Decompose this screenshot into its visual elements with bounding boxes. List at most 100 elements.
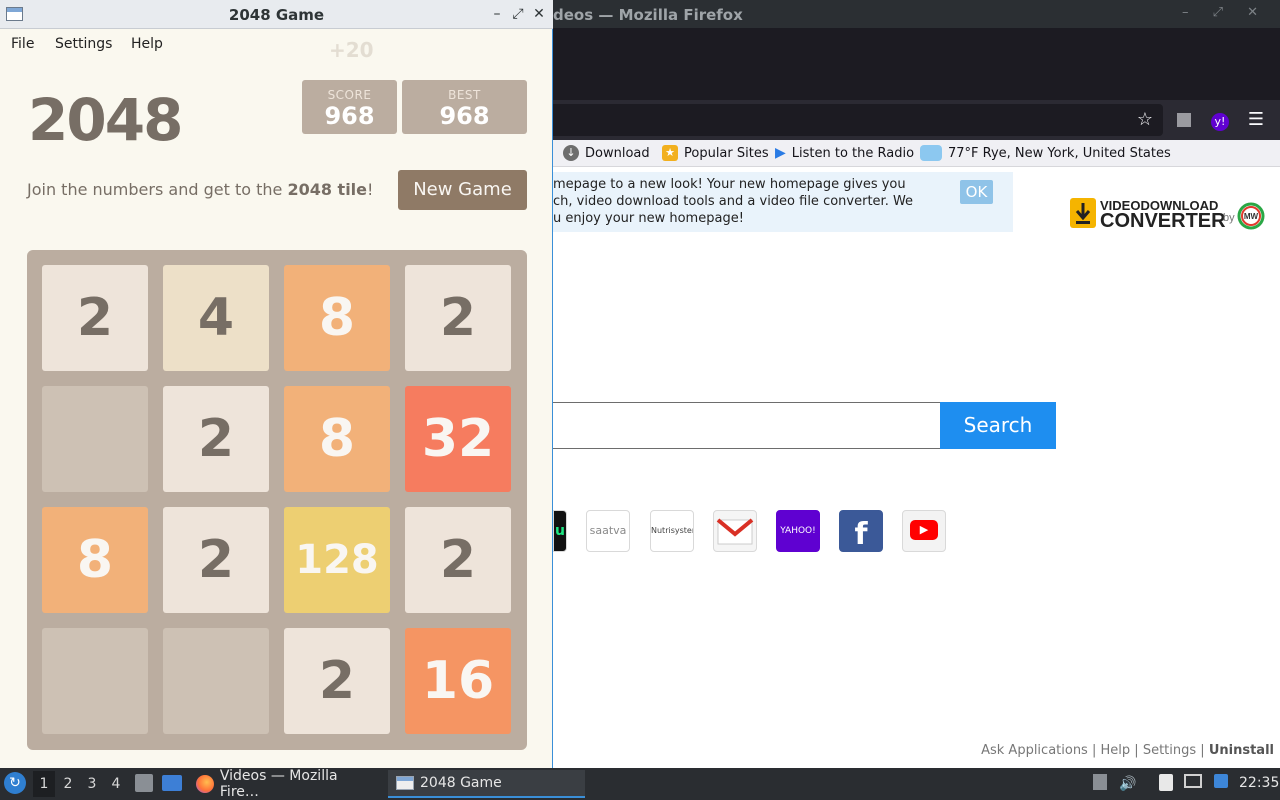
- firefox-url-bar[interactable]: [553, 104, 1163, 136]
- empty-cell: [163, 628, 269, 734]
- tile-8: 8: [284, 386, 390, 492]
- yahoo-extension-icon[interactable]: y!: [1209, 109, 1231, 131]
- star-icon: ★: [662, 145, 678, 161]
- footer-separator: |: [1134, 743, 1139, 758]
- hamburger-menu-icon[interactable]: ☰: [1245, 109, 1267, 131]
- notice-line: u enjoy your new homepage!: [553, 211, 744, 226]
- intro-prefix: Join the numbers and get to the: [27, 180, 288, 199]
- help-link[interactable]: Help: [1101, 743, 1131, 758]
- video-download-converter-logo: VIDEODOWNLOAD CONVERTER by MW: [1070, 198, 1265, 230]
- firefox-tab-bar: [553, 28, 1280, 100]
- maximize-icon[interactable]: ⤢: [509, 5, 527, 23]
- search-input[interactable]: [553, 402, 941, 449]
- network-icon[interactable]: [1183, 774, 1203, 794]
- bookmark-popular-sites[interactable]: ★ Popular Sites: [662, 145, 769, 161]
- desktop-icon[interactable]: [162, 775, 182, 791]
- empty-cell: [42, 628, 148, 734]
- logo-text-bottom: CONVERTER: [1100, 210, 1226, 230]
- score-label: SCORE: [327, 88, 372, 102]
- tile-16: 16: [405, 628, 511, 734]
- footer-separator: |: [1091, 743, 1097, 758]
- clipboard-icon[interactable]: [1156, 774, 1176, 794]
- best-label: BEST: [448, 88, 481, 102]
- intro-bold: 2048 tile: [287, 180, 368, 199]
- youtube-tile[interactable]: ▶: [902, 510, 946, 552]
- best-box: BEST 968: [402, 80, 527, 134]
- file-manager-icon[interactable]: [135, 774, 153, 792]
- search-button[interactable]: Search: [940, 402, 1056, 449]
- homepage-notice-text: mepage to a new look! Your new homepage …: [553, 176, 953, 227]
- best-value: 968: [439, 102, 490, 130]
- task-2048-game[interactable]: 2048 Game: [388, 770, 585, 798]
- menu-settings[interactable]: Settings: [55, 36, 112, 52]
- score-addition: +20: [329, 38, 374, 62]
- tile-128: 128: [284, 507, 390, 613]
- tile-2: 2: [405, 507, 511, 613]
- tile-2: 2: [42, 265, 148, 371]
- nutrisystem-tile[interactable]: Nutrisystem: [650, 510, 694, 552]
- firefox-window-controls[interactable]: – ⤢ ✕: [1182, 5, 1268, 20]
- bookmark-star-icon[interactable]: ☆: [1134, 109, 1156, 131]
- menu-file[interactable]: File: [11, 36, 34, 52]
- download-icon: ↓: [563, 145, 579, 161]
- bookmark-label: Download: [585, 145, 650, 161]
- close-icon[interactable]: ✕: [530, 5, 548, 23]
- firefox-window-title: deos — Mozilla Firefox: [553, 6, 743, 24]
- game-heading: 2048: [28, 86, 183, 154]
- empty-cell: [42, 386, 148, 492]
- play-icon: ▶: [775, 145, 786, 161]
- workspace-4[interactable]: 4: [105, 771, 127, 797]
- uninstall-link[interactable]: Uninstall: [1209, 743, 1274, 758]
- clock: 22:35: [1239, 775, 1280, 791]
- ask-applications-link[interactable]: Ask Applications: [981, 743, 1088, 758]
- firefox-icon: [196, 775, 214, 793]
- hulu-tile[interactable]: u: [553, 510, 567, 552]
- facebook-tile[interactable]: f: [839, 510, 883, 552]
- notice-ok-button[interactable]: OK: [960, 180, 993, 204]
- task-firefox[interactable]: Videos — Mozilla Fire…: [188, 768, 388, 800]
- tile-8: 8: [42, 507, 148, 613]
- workspace-2[interactable]: 2: [57, 771, 79, 797]
- workspace-1[interactable]: 1: [33, 771, 55, 797]
- volume-icon[interactable]: 🔊: [1118, 774, 1138, 794]
- tile-2: 2: [405, 265, 511, 371]
- weather-icon: [920, 145, 942, 161]
- bookmark-label: Listen to the Radio: [791, 145, 915, 161]
- start-menu-icon[interactable]: ↻: [4, 772, 26, 794]
- bookmark-download[interactable]: ↓ Download: [563, 145, 650, 161]
- bookmark-radio[interactable]: ▶ Listen to the Radio: [775, 145, 914, 161]
- page-footer: Ask Applications | Help | Settings | Uni…: [981, 743, 1274, 758]
- bookmark-weather[interactable]: 77°F Rye, New York, United States: [920, 145, 1171, 161]
- notice-line: mepage to a new look! Your new homepage …: [553, 177, 906, 192]
- minimize-icon[interactable]: –: [488, 5, 506, 23]
- score-value: 968: [324, 102, 375, 130]
- game-board[interactable]: 2 4 8 2 2 8 32 8 2 128 2 2 16: [27, 250, 527, 750]
- firefox-page-content: [553, 167, 1280, 768]
- gmail-tile[interactable]: [713, 510, 757, 552]
- settings-link[interactable]: Settings: [1143, 743, 1196, 758]
- saatva-tile[interactable]: saatva: [586, 510, 630, 552]
- new-game-button[interactable]: New Game: [398, 170, 527, 210]
- tile-2: 2: [163, 386, 269, 492]
- updates-icon[interactable]: [1211, 774, 1231, 794]
- tile-2: 2: [284, 628, 390, 734]
- logo-by: by: [1223, 212, 1235, 224]
- workspace-3[interactable]: 3: [81, 771, 103, 797]
- task-label: 2048 Game: [420, 775, 502, 791]
- footer-separator: |: [1200, 743, 1205, 758]
- extension-icon[interactable]: [1173, 109, 1195, 131]
- intro-suffix: !: [367, 180, 374, 199]
- intro-text: Join the numbers and get to the 2048 til…: [27, 180, 373, 199]
- firefox-titlebar: deos — Mozilla Firefox – ⤢ ✕: [553, 0, 1280, 28]
- tray-arrow-icon[interactable]: [1090, 774, 1110, 794]
- bookmark-label: Popular Sites: [684, 145, 769, 161]
- gmail-icon: [716, 518, 754, 545]
- notice-line: ch, video download tools and a video fil…: [553, 194, 914, 209]
- youtube-icon: ▶: [910, 520, 938, 540]
- window-icon: [396, 776, 414, 790]
- game-window-title: 2048 Game: [228, 6, 325, 24]
- yahoo-tile[interactable]: YAHOO!: [776, 510, 820, 552]
- menu-help[interactable]: Help: [131, 36, 163, 52]
- task-label: Videos — Mozilla Fire…: [219, 768, 338, 800]
- tile-2: 2: [163, 507, 269, 613]
